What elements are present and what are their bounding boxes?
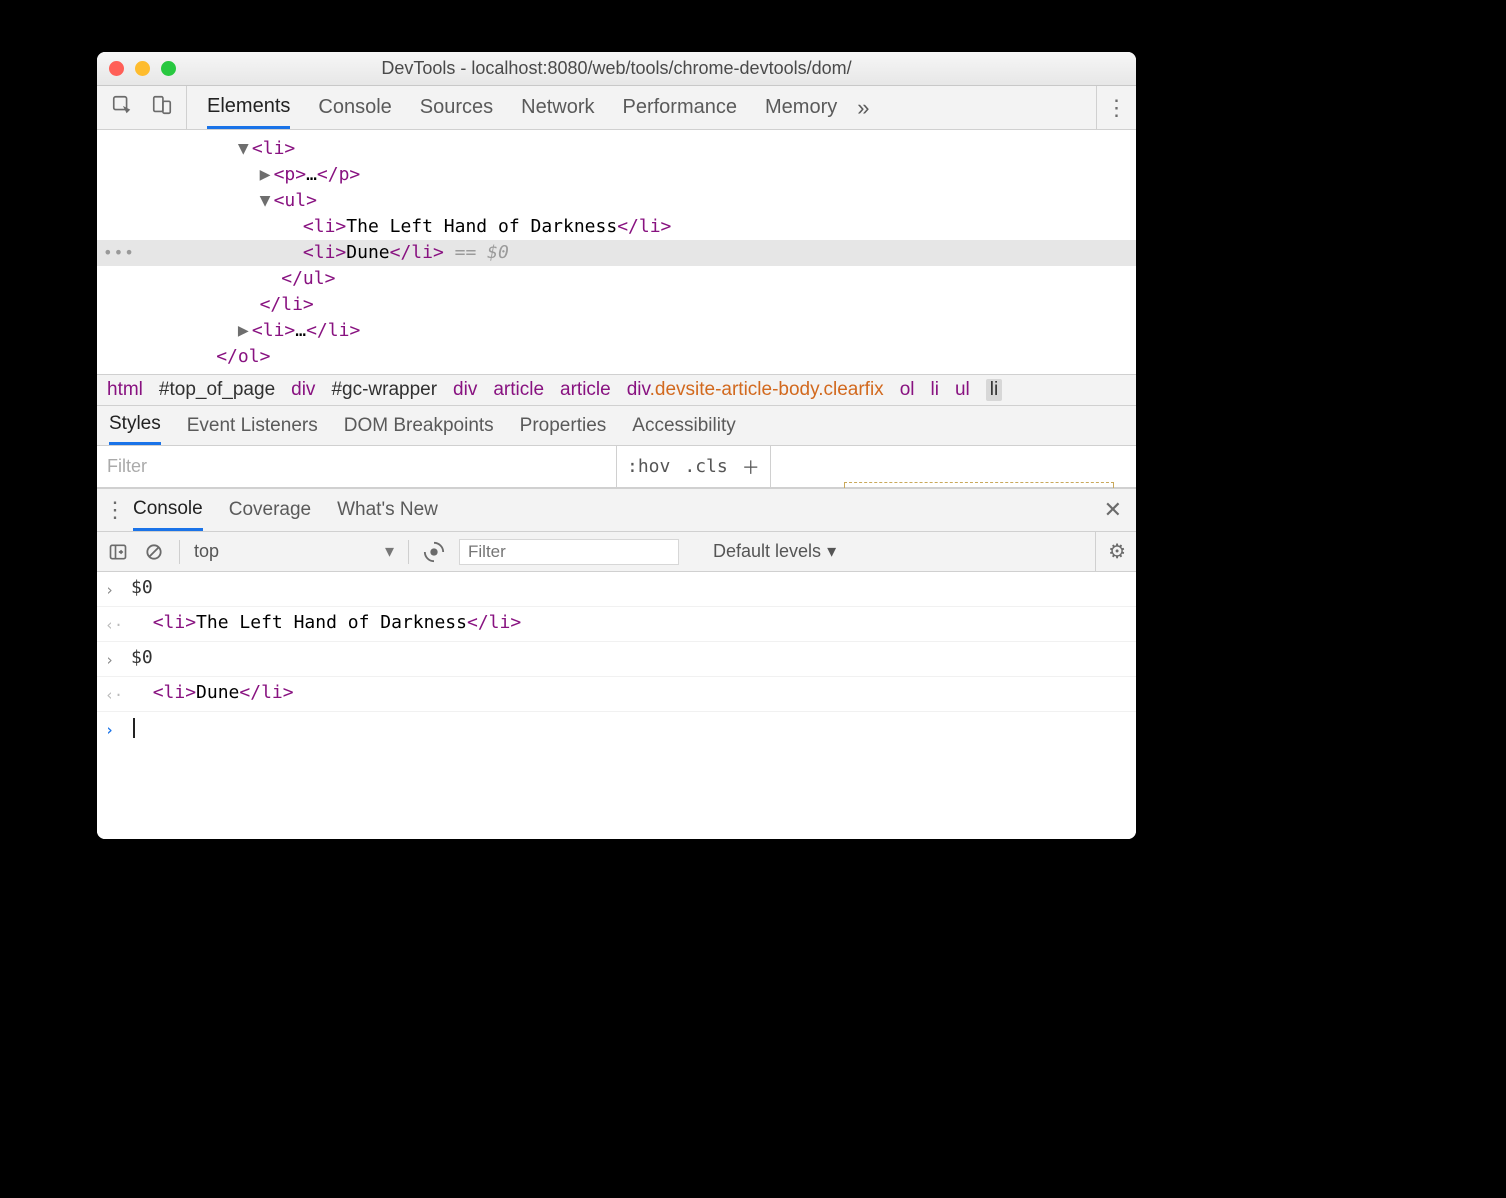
console-context-selector[interactable]: top ▾ — [194, 541, 394, 562]
text-cursor — [133, 718, 135, 738]
devtools-window: DevTools - localhost:8080/web/tools/chro… — [97, 52, 1136, 839]
main-tab-bar: Elements Console Sources Network Performance… — [97, 86, 1136, 130]
window-controls — [109, 61, 176, 76]
console-log-area[interactable]: › $0 ‹· <li>The Left Hand of Darkness</li>… — [97, 572, 1136, 839]
breadcrumb-item[interactable]: li — [986, 379, 1002, 401]
drawer-tab-bar: ⋮ Console Coverage What's New ✕ — [97, 488, 1136, 532]
console-settings-icon[interactable]: ⚙ — [1095, 532, 1126, 571]
new-style-rule-button[interactable]: ＋ — [742, 454, 760, 480]
styles-tab-dom-breakpoints[interactable]: DOM Breakpoints — [344, 406, 494, 445]
output-chevron-icon: ‹· — [105, 611, 119, 637]
console-row-body — [131, 716, 1128, 740]
console-input-row: › $0 — [97, 642, 1136, 677]
console-row-body: <li>Dune</li> — [131, 681, 1128, 705]
breadcrumb-item[interactable]: html — [107, 379, 143, 401]
styles-tab-event-listeners[interactable]: Event Listeners — [187, 406, 318, 445]
input-chevron-icon: › — [105, 576, 119, 602]
dom-tree-line[interactable]: </ol> — [97, 344, 1136, 370]
force-element-state-button[interactable]: :hov — [627, 456, 670, 477]
main-tabs: Elements Console Sources Network Performance… — [207, 86, 837, 129]
console-input-row: › $0 — [97, 572, 1136, 607]
dom-tree-line[interactable]: ▶<li>…</li> — [97, 318, 1136, 344]
breadcrumb-item[interactable]: article — [493, 379, 544, 401]
breadcrumb-item[interactable]: #top_of_page — [159, 379, 275, 401]
dom-tree-line[interactable]: </li> — [97, 292, 1136, 318]
dom-tree-line[interactable]: ▼<li> — [97, 136, 1136, 162]
window-title: DevTools - localhost:8080/web/tools/chro… — [97, 58, 1136, 79]
caret-down-icon: ▾ — [827, 541, 836, 562]
drawer-menu-button[interactable]: ⋮ — [97, 497, 133, 523]
breadcrumb-item[interactable]: li — [930, 379, 938, 401]
console-output-row: ‹· <li>The Left Hand of Darkness</li> — [97, 607, 1136, 642]
console-toolbar: top ▾ Default levels ▾ ⚙ — [97, 532, 1136, 572]
styles-tab-accessibility[interactable]: Accessibility — [632, 406, 735, 445]
dom-tree-line[interactable]: ▶<p>…</p> — [97, 162, 1136, 188]
styles-drawer-tabs: Styles Event Listeners DOM Breakpoints Prop… — [97, 406, 1136, 446]
tab-sources[interactable]: Sources — [420, 86, 493, 129]
console-row-body: $0 — [131, 646, 1128, 670]
console-prompt-row[interactable]: › — [97, 712, 1136, 746]
element-classes-button[interactable]: .cls — [684, 456, 727, 477]
console-context-label: top — [194, 541, 219, 562]
console-filter-input[interactable] — [459, 539, 679, 565]
clear-console-icon[interactable] — [143, 541, 165, 563]
styles-toggle-group: :hov .cls ＋ — [617, 446, 771, 487]
console-row-body: <li>The Left Hand of Darkness</li> — [131, 611, 1128, 635]
dom-tree-line[interactable]: ▼<ul> — [97, 188, 1136, 214]
tab-elements[interactable]: Elements — [207, 86, 290, 129]
zoom-window-button[interactable] — [161, 61, 176, 76]
styles-filter-input[interactable] — [97, 446, 617, 487]
styles-tab-properties[interactable]: Properties — [520, 406, 607, 445]
breadcrumb-item[interactable]: article — [560, 379, 611, 401]
dom-breadcrumb: html #top_of_page div #gc-wrapper div article… — [97, 374, 1136, 406]
tab-memory[interactable]: Memory — [765, 86, 837, 129]
dom-tree-line[interactable]: ••• <li>Dune</li> == $0 — [97, 240, 1136, 266]
output-chevron-icon: ‹· — [105, 681, 119, 707]
breadcrumb-item[interactable]: #gc-wrapper — [331, 379, 437, 401]
elements-dom-tree[interactable]: ▼<li> ▶<p>…</p> ▼<ul> <li>The Left Hand … — [97, 130, 1136, 374]
close-window-button[interactable] — [109, 61, 124, 76]
breadcrumb-item[interactable]: div — [291, 379, 315, 401]
drawer-tab-console[interactable]: Console — [133, 489, 203, 531]
main-menu-button[interactable]: ⋮ — [1096, 86, 1136, 129]
live-expression-icon[interactable] — [423, 541, 445, 563]
drawer-close-button[interactable]: ✕ — [1104, 497, 1122, 523]
inspect-element-icon[interactable] — [111, 94, 133, 121]
prompt-chevron-icon: › — [105, 716, 119, 742]
selected-marker-icon: ••• — [103, 240, 135, 266]
console-row-body: $0 — [131, 576, 1128, 600]
console-level-selector[interactable]: Default levels ▾ — [713, 541, 836, 562]
console-level-label: Default levels — [713, 541, 821, 562]
drawer-tab-coverage[interactable]: Coverage — [229, 489, 311, 531]
breadcrumb-item[interactable]: div — [453, 379, 477, 401]
console-sidebar-toggle-icon[interactable] — [107, 541, 129, 563]
caret-down-icon: ▾ — [385, 541, 394, 562]
tab-performance[interactable]: Performance — [623, 86, 738, 129]
styles-filter-bar: :hov .cls ＋ — [97, 446, 1136, 488]
breadcrumb-item[interactable]: div.devsite-article-body.clearfix — [627, 379, 884, 401]
input-chevron-icon: › — [105, 646, 119, 672]
toggle-device-toolbar-icon[interactable] — [151, 94, 173, 121]
tabs-overflow-button[interactable]: » — [857, 95, 869, 121]
minimize-window-button[interactable] — [135, 61, 150, 76]
breadcrumb-item[interactable]: ul — [955, 379, 970, 401]
titlebar: DevTools - localhost:8080/web/tools/chro… — [97, 52, 1136, 86]
dom-tree-line[interactable]: </ul> — [97, 266, 1136, 292]
console-output-row: ‹· <li>Dune</li> — [97, 677, 1136, 712]
drawer-tab-what-s-new[interactable]: What's New — [337, 489, 438, 531]
toolbar-icon-group — [97, 86, 187, 129]
dom-tree-line[interactable]: <li>The Left Hand of Darkness</li> — [97, 214, 1136, 240]
styles-tab-styles[interactable]: Styles — [109, 406, 161, 445]
breadcrumb-item[interactable]: ol — [900, 379, 915, 401]
tab-console[interactable]: Console — [318, 86, 391, 129]
tab-network[interactable]: Network — [521, 86, 594, 129]
